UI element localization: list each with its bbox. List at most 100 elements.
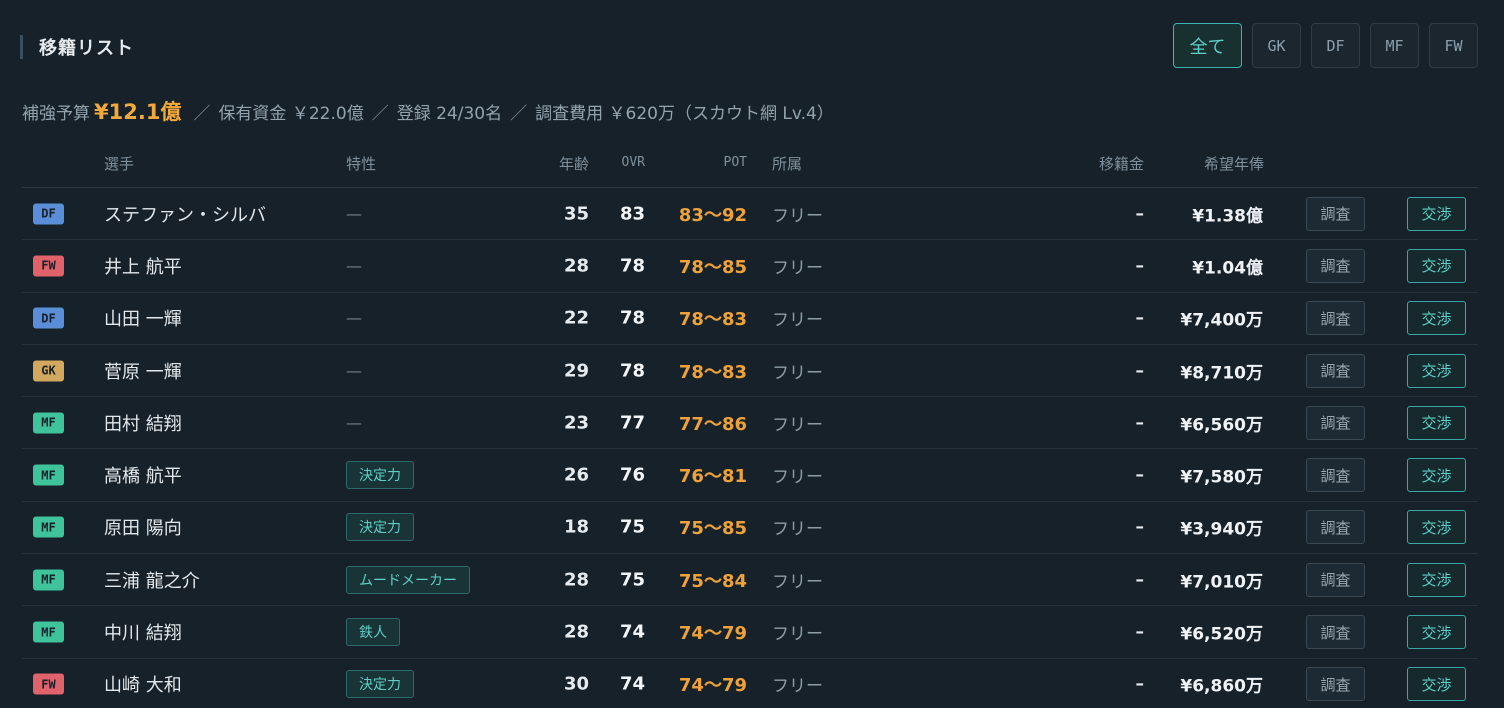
- negotiate-button[interactable]: 交渉: [1407, 301, 1466, 336]
- transfer-fee: –: [1135, 674, 1145, 695]
- player-age: 18: [563, 516, 589, 538]
- trait-empty: —: [346, 204, 362, 224]
- negotiate-button[interactable]: 交渉: [1407, 562, 1466, 597]
- transfer-fee: –: [1135, 360, 1145, 381]
- registered-text: 登録 24/30名: [396, 104, 503, 124]
- player-club: フリー: [772, 310, 823, 331]
- position-badge: MF: [33, 464, 64, 486]
- desired-salary: ¥7,580万: [1180, 467, 1263, 488]
- player-club: フリー: [772, 258, 823, 279]
- desired-salary: ¥3,940万: [1180, 519, 1263, 540]
- player-name[interactable]: 井上 航平: [104, 253, 182, 279]
- transfer-fee: –: [1135, 517, 1145, 538]
- negotiate-button[interactable]: 交渉: [1407, 667, 1466, 702]
- col-player: 選手: [104, 155, 135, 173]
- player-pot: 75〜84: [678, 570, 747, 592]
- player-pot: 74〜79: [678, 675, 747, 697]
- position-badge: MF: [33, 569, 64, 591]
- transfer-fee: –: [1135, 412, 1145, 433]
- position-badge: DF: [33, 307, 64, 329]
- filter-gk-button[interactable]: GK: [1252, 23, 1301, 68]
- funds-text: 保有資金 ￥22.0億: [218, 104, 364, 124]
- desired-salary: ¥6,520万: [1180, 624, 1263, 645]
- transfer-fee: –: [1135, 255, 1145, 276]
- player-name[interactable]: ステファン・シルバ: [104, 201, 266, 227]
- table-header: 選手 特性 年齢 OVR POT 所属 移籍金 希望年俸: [22, 140, 1478, 188]
- investigate-button[interactable]: 調査: [1306, 562, 1365, 597]
- negotiate-button[interactable]: 交渉: [1407, 510, 1466, 545]
- table-body: DF ステファン・シルバ — 35 83 83〜92 フリー – ¥1.38億 …: [22, 188, 1478, 708]
- investigate-button[interactable]: 調査: [1306, 353, 1365, 388]
- player-age: 22: [563, 307, 589, 329]
- player-pot: 83〜92: [678, 204, 747, 226]
- trait-empty: —: [346, 361, 362, 381]
- budget-summary: 補強予算 ¥12.1億 ／ 保有資金 ￥22.0億 ／ 登録 24/30名 ／ …: [22, 96, 834, 126]
- desired-salary: ¥7,010万: [1180, 572, 1263, 593]
- player-name[interactable]: 山崎 大和: [104, 671, 182, 697]
- summary-separator: ／: [371, 104, 389, 124]
- col-ovr: OVR: [621, 155, 645, 170]
- negotiate-button[interactable]: 交渉: [1407, 458, 1466, 493]
- filter-all-button[interactable]: 全て: [1173, 23, 1242, 68]
- trait-empty: —: [346, 308, 362, 328]
- player-name[interactable]: 田村 結翔: [104, 410, 182, 436]
- player-name[interactable]: 三浦 龍之介: [104, 567, 200, 593]
- investigate-button[interactable]: 調査: [1306, 458, 1365, 493]
- player-club: フリー: [772, 363, 823, 384]
- filter-fw-button[interactable]: FW: [1429, 23, 1478, 68]
- investigate-button[interactable]: 調査: [1306, 615, 1365, 650]
- investigate-button[interactable]: 調査: [1306, 510, 1365, 545]
- investigate-button[interactable]: 調査: [1306, 301, 1365, 336]
- table-row: FW 井上 航平 — 28 78 78〜85 フリー – ¥1.04億 調査 交…: [22, 240, 1478, 293]
- desired-salary: ¥6,560万: [1180, 415, 1263, 436]
- player-name[interactable]: 原田 陽向: [104, 514, 182, 540]
- negotiate-button[interactable]: 交渉: [1407, 615, 1466, 650]
- table-row: DF 山田 一輝 — 22 78 78〜83 フリー – ¥7,400万 調査 …: [22, 293, 1478, 345]
- investigate-button[interactable]: 調査: [1306, 196, 1365, 231]
- transfer-table: 選手 特性 年齢 OVR POT 所属 移籍金 希望年俸 DF ステファン・シル…: [22, 140, 1478, 708]
- player-age: 26: [563, 464, 589, 486]
- player-ovr: 75: [619, 516, 645, 538]
- col-fee: 移籍金: [1098, 155, 1144, 173]
- player-ovr: 78: [619, 255, 645, 277]
- col-salary: 希望年俸: [1203, 155, 1264, 173]
- summary-separator: ／: [193, 104, 211, 124]
- player-pot: 78〜83: [678, 361, 747, 383]
- filter-df-button[interactable]: DF: [1311, 23, 1360, 68]
- player-name[interactable]: 高橋 航平: [104, 462, 182, 488]
- trait-badge: 決定力: [346, 513, 414, 542]
- filter-mf-button[interactable]: MF: [1370, 23, 1419, 68]
- col-club: 所属: [772, 155, 803, 173]
- transfer-fee: –: [1135, 308, 1145, 329]
- investigate-button[interactable]: 調査: [1306, 248, 1365, 283]
- player-age: 28: [563, 621, 589, 643]
- negotiate-button[interactable]: 交渉: [1407, 353, 1466, 388]
- investigate-button[interactable]: 調査: [1306, 667, 1365, 702]
- table-row: MF 高橋 航平 決定力 26 76 76〜81 フリー – ¥7,580万 調…: [22, 449, 1478, 502]
- player-ovr: 78: [619, 307, 645, 329]
- negotiate-button[interactable]: 交渉: [1407, 248, 1466, 283]
- player-name[interactable]: 山田 一輝: [104, 305, 182, 331]
- title-accent-bar: [20, 35, 23, 59]
- player-club: フリー: [772, 415, 823, 436]
- col-pot: POT: [723, 155, 747, 170]
- player-ovr: 77: [619, 412, 645, 434]
- player-name[interactable]: 菅原 一輝: [104, 358, 182, 384]
- player-club: フリー: [772, 572, 823, 593]
- player-age: 29: [563, 360, 589, 382]
- position-badge: GK: [33, 360, 64, 382]
- player-pot: 77〜86: [678, 413, 747, 435]
- negotiate-button[interactable]: 交渉: [1407, 405, 1466, 440]
- trait-badge: 鉄人: [346, 618, 400, 647]
- player-age: 28: [563, 569, 589, 591]
- table-row: GK 菅原 一輝 — 29 78 78〜83 フリー – ¥8,710万 調査 …: [22, 345, 1478, 398]
- player-name[interactable]: 中川 結翔: [104, 619, 182, 645]
- scout-cost-text: 調査費用 ￥620万（スカウト網 Lv.4）: [535, 104, 834, 124]
- position-filter-group: 全て GK DF MF FW: [1173, 23, 1478, 68]
- negotiate-button[interactable]: 交渉: [1407, 196, 1466, 231]
- page-title: 移籍リスト: [39, 38, 134, 59]
- position-badge: MF: [33, 621, 64, 643]
- table-row: FW 山崎 大和 決定力 30 74 74〜79 フリー – ¥6,860万 調…: [22, 659, 1478, 708]
- player-age: 30: [563, 673, 589, 695]
- investigate-button[interactable]: 調査: [1306, 405, 1365, 440]
